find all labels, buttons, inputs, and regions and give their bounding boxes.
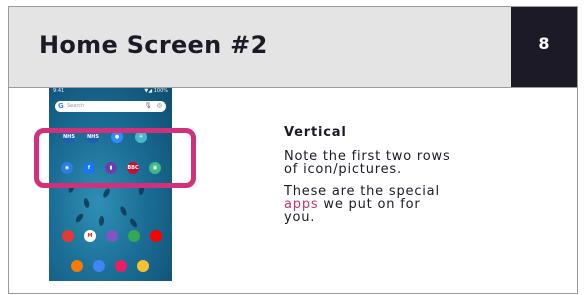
paragraph-1: Note the first two rows of icon/pictures… [284, 150, 524, 176]
paragraph-2: These are the special apps we put on for… [284, 185, 524, 224]
fish-silhouette [128, 217, 139, 229]
google-logo-icon: G [58, 102, 64, 110]
highlight-box [34, 128, 196, 188]
paragraph-2-rest: we put on for [318, 197, 421, 212]
gmail-icon: M [84, 230, 96, 242]
slide-title: Home Screen #2 [39, 31, 268, 59]
phone-icon [71, 260, 83, 272]
slide-header: Home Screen #2 8 [9, 7, 577, 88]
contacts-icon [62, 230, 74, 242]
status-time: 9:41 [53, 88, 65, 94]
paragraph-2-line-3: you. [284, 210, 316, 225]
gallery-icon [106, 230, 118, 242]
fish-silhouette [98, 215, 105, 227]
section-heading: Vertical [284, 125, 347, 140]
google-search-bar: G Search 🎙 ◎ [55, 101, 166, 112]
camera-app-icon [115, 260, 127, 272]
fish-silhouette [82, 197, 91, 209]
search-placeholder: Search [67, 103, 85, 109]
status-indicators: ▼◢ 100% [144, 88, 168, 94]
paragraph-2-line-2: apps we put on for [284, 198, 524, 211]
lens-icon: ◎ [156, 102, 162, 109]
description-text: Vertical Note the first two rows of icon… [284, 126, 524, 233]
messages-icon [137, 260, 149, 272]
chrome-icon [93, 260, 105, 272]
page-number-box: 8 [511, 7, 577, 87]
fish-silhouette [74, 212, 85, 224]
youtube-icon [150, 230, 162, 242]
microphone-icon: 🎙 [144, 102, 152, 109]
fish-silhouette [101, 187, 112, 199]
status-bar: 9:41 ▼◢ 100% [49, 88, 172, 96]
page-number: 8 [538, 34, 550, 53]
play-store-icon [128, 230, 140, 242]
fish-silhouette [119, 205, 128, 217]
paragraph-1-line-2: of icon/pictures. [284, 162, 402, 177]
